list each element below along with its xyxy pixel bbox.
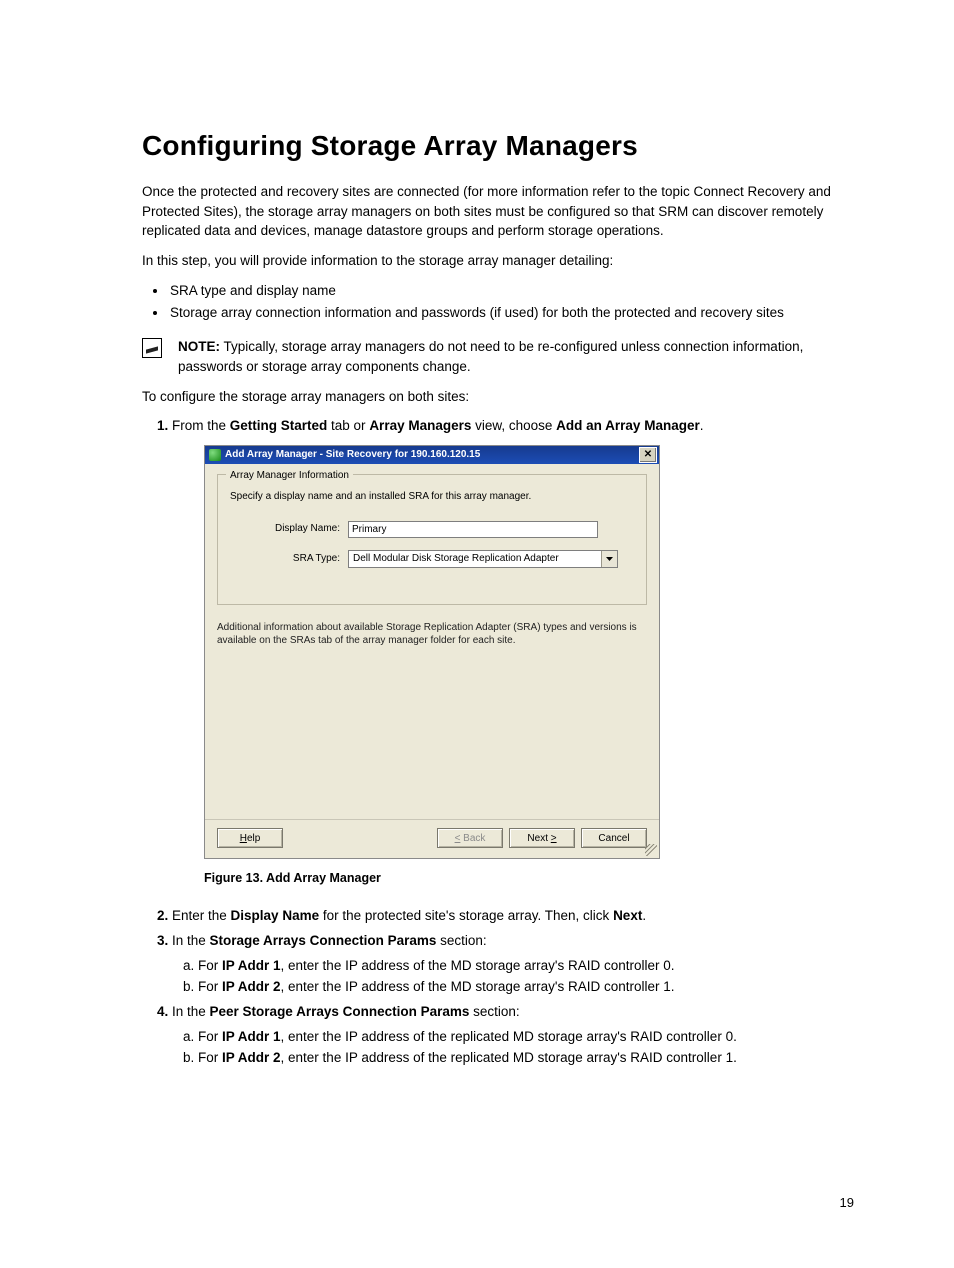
page-number: 19 xyxy=(840,1195,854,1210)
page-title: Configuring Storage Array Managers xyxy=(142,130,854,162)
sra-type-selected: Dell Modular Disk Storage Replication Ad… xyxy=(349,551,601,567)
step-2: Enter the Display Name for the protected… xyxy=(172,906,854,927)
step-4-sublist: For IP Addr 1, enter the IP address of t… xyxy=(172,1027,854,1069)
dialog-footer: Help < Back Next > Cancel xyxy=(205,819,659,858)
fieldset-legend: Array Manager Information xyxy=(226,468,353,484)
close-icon[interactable]: ✕ xyxy=(639,447,657,463)
bullet-item: Storage array connection information and… xyxy=(168,302,854,324)
step-4a: For IP Addr 1, enter the IP address of t… xyxy=(198,1027,854,1048)
sra-info-text: Additional information about available S… xyxy=(217,621,647,648)
intro-paragraph-1: Once the protected and recovery sites ar… xyxy=(142,182,854,241)
figure-caption: Figure 13. Add Array Manager xyxy=(204,869,854,888)
display-name-row: Display Name: xyxy=(230,521,634,538)
lead-in: To configure the storage array managers … xyxy=(142,387,854,407)
help-button[interactable]: Help xyxy=(217,828,283,848)
intro-paragraph-2: In this step, you will provide informati… xyxy=(142,251,854,271)
step-4b: For IP Addr 2, enter the IP address of t… xyxy=(198,1048,854,1069)
chevron-down-icon[interactable] xyxy=(601,551,617,567)
sra-type-label: SRA Type: xyxy=(230,551,348,567)
sra-type-dropdown[interactable]: Dell Modular Disk Storage Replication Ad… xyxy=(348,550,618,568)
bullet-item: SRA type and display name xyxy=(168,280,854,302)
sra-type-row: SRA Type: Dell Modular Disk Storage Repl… xyxy=(230,550,634,568)
dialog-body: Array Manager Information Specify a disp… xyxy=(205,464,659,819)
app-icon xyxy=(209,449,221,461)
step-4: In the Peer Storage Arrays Connection Pa… xyxy=(172,1002,854,1069)
back-button[interactable]: < Back xyxy=(437,828,503,848)
note-label: NOTE: xyxy=(178,339,220,354)
array-manager-info-fieldset: Array Manager Information Specify a disp… xyxy=(217,474,647,605)
add-array-manager-dialog: Add Array Manager - Site Recovery for 19… xyxy=(204,445,660,859)
resize-grip-icon[interactable] xyxy=(645,844,657,856)
dialog-title: Add Array Manager - Site Recovery for 19… xyxy=(225,447,639,463)
dialog-titlebar: Add Array Manager - Site Recovery for 19… xyxy=(205,446,659,464)
step-3a: For IP Addr 1, enter the IP address of t… xyxy=(198,956,854,977)
page: Configuring Storage Array Managers Once … xyxy=(0,0,954,1268)
display-name-input[interactable] xyxy=(348,521,598,538)
step-3-sublist: For IP Addr 1, enter the IP address of t… xyxy=(172,956,854,998)
steps-list: From the Getting Started tab or Array Ma… xyxy=(142,416,854,1069)
step-1: From the Getting Started tab or Array Ma… xyxy=(172,416,854,888)
bullet-list: SRA type and display name Storage array … xyxy=(142,280,854,323)
note-block: NOTE: Typically, storage array managers … xyxy=(142,337,854,376)
next-button[interactable]: Next > xyxy=(509,828,575,848)
cancel-button[interactable]: Cancel xyxy=(581,828,647,848)
step-3: In the Storage Arrays Connection Params … xyxy=(172,931,854,998)
step-3b: For IP Addr 2, enter the IP address of t… xyxy=(198,977,854,998)
display-name-label: Display Name: xyxy=(230,521,348,537)
note-icon xyxy=(142,338,162,358)
fieldset-hint: Specify a display name and an installed … xyxy=(230,489,634,505)
note-text: NOTE: Typically, storage array managers … xyxy=(178,337,854,376)
note-body: Typically, storage array managers do not… xyxy=(178,339,803,374)
